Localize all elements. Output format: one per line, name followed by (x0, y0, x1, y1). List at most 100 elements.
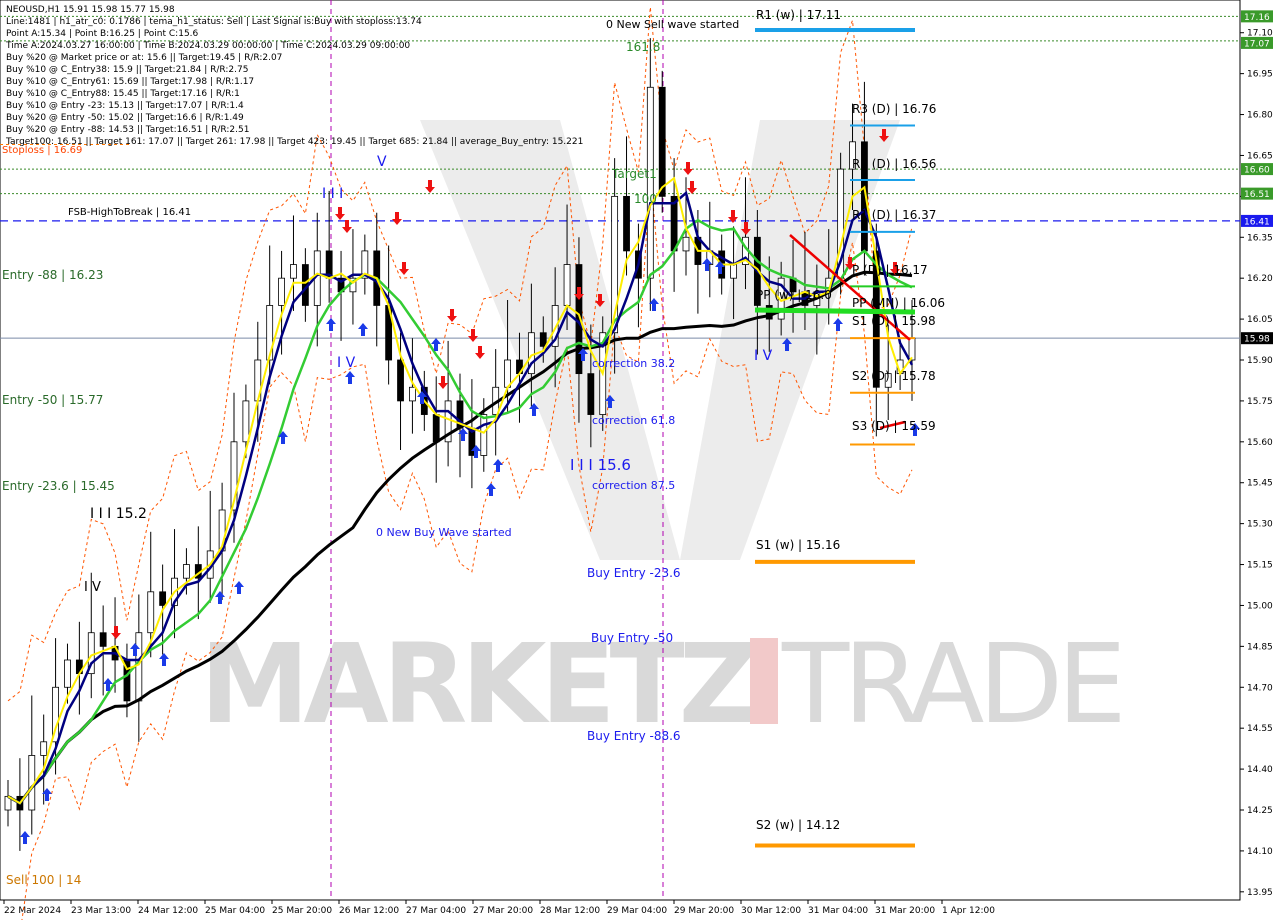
y-tick-label: 15.15 (1247, 561, 1273, 571)
header-line: Time A:2024.03.27 16:00:00 | Time B:2024… (5, 41, 410, 51)
y-tick-label: 15.90 (1247, 356, 1273, 366)
candle-body (183, 564, 190, 579)
candle-body (539, 332, 547, 347)
iii-15-6-label: I I I 15.6 (570, 456, 631, 474)
x-tick-label: 24 Mar 12:00 (138, 906, 198, 916)
ppw-label: PP (w) | 16.0 (756, 288, 832, 302)
y-tick-label: 13.95 (1247, 888, 1273, 898)
y-tick-label: 15.00 (1247, 601, 1273, 611)
y-tick-label: 15.60 (1247, 438, 1273, 448)
roman-iii-label: I I I (322, 186, 343, 202)
new-buy-label: 0 New Buy Wave started (376, 526, 512, 539)
y-tick-label: 14.70 (1247, 683, 1273, 693)
roman-iv-label: I V (337, 355, 356, 371)
chart-root: MARKETZ TRADE 17.1016.9516.8016.6516.501… (0, 0, 1280, 920)
header-line: Buy %10 @ C_Entry88: 15.45 || Target:17.… (6, 89, 240, 99)
r1w-label: R1 (w) | 17.11 (756, 8, 841, 22)
s3d-label: S3 (D) | 15.59 (852, 419, 936, 433)
candle-body (64, 659, 71, 688)
roman-v-label: V (377, 154, 387, 170)
x-tick-label: 27 Mar 20:00 (473, 906, 533, 916)
header-line: Buy %10 @ Entry -23: 15.13 || Target:17.… (6, 101, 244, 111)
header-line: Buy %20 @ Entry -88: 14.53 || Target:16.… (6, 125, 249, 135)
x-tick-label: 26 Mar 12:00 (339, 906, 399, 916)
entry50-label: Entry -50 | 15.77 (2, 393, 103, 407)
candle-body (99, 632, 107, 647)
x-tick-label: 31 Mar 20:00 (875, 906, 935, 916)
candle-body (587, 373, 595, 415)
header-line: Point A:15.34 | Point B:16.25 | Point C:… (6, 29, 199, 39)
buy-entry-50-label: Buy Entry -50 (591, 631, 673, 645)
header-line: Line:1481 | h1_atr_c0: 0.1786 | tema_h1_… (6, 17, 422, 27)
candle-body (504, 359, 511, 388)
s1w-label: S1 (w) | 15.16 (756, 538, 840, 552)
price-badge-label: 17.16 (1244, 13, 1270, 23)
fsb-label: FSB-HighToBreak | 16.41 (68, 207, 191, 218)
candle-body (563, 264, 571, 306)
y-tick-label: 14.55 (1247, 724, 1273, 734)
buy-entry-236-label: Buy Entry -23.6 (587, 566, 681, 580)
header-line: Buy %10 @ C_Entry38: 15.9 || Target:21.8… (6, 65, 248, 75)
header-line: Buy %20 @ Entry -50: 15.02 || Target:16.… (6, 113, 244, 123)
y-tick-label: 14.25 (1247, 806, 1273, 816)
entry88-label: Entry -88 | 16.23 (2, 268, 103, 282)
price-badge-label: 16.41 (1244, 217, 1270, 227)
price-axis: 17.1016.9516.8016.6516.5016.3516.2016.05… (1240, 29, 1273, 898)
header-line: Target100: 16.51 || Target 161: 17.07 ||… (5, 137, 583, 147)
y-tick-label: 16.05 (1247, 315, 1273, 325)
correction382-label: correction 38.2 (592, 357, 675, 370)
time-axis: 22 Mar 2024 23 Mar 13:00 24 Mar 12:00 25 Ma… (3, 900, 995, 916)
x-tick-label: 1 Apr 12:00 (942, 906, 995, 916)
s2d-label: S2 (D) | 15.78 (852, 369, 936, 383)
new-sell-label: 0 New Sell wave started (606, 18, 739, 31)
x-tick-label: 30 Mar 12:00 (741, 906, 801, 916)
y-tick-label: 15.75 (1247, 397, 1273, 407)
candle-body (147, 591, 155, 634)
candle-body (658, 86, 666, 197)
pp-label: PP (MN) | 16.06 (852, 296, 945, 310)
x-tick-label: 28 Mar 12:00 (540, 906, 600, 916)
r3d-label: R3 (D) | 16.76 (852, 102, 936, 116)
price-badge-label: 16.51 (1244, 190, 1270, 200)
s1d-label: S1 (D) | 15.98 (852, 314, 936, 328)
candle-body (409, 386, 416, 402)
candle-body (730, 264, 737, 279)
candle-body (278, 277, 285, 306)
candle-body (908, 337, 916, 361)
pp-mn-bar (754, 307, 916, 315)
candle-body (646, 86, 654, 279)
y-tick-label: 16.20 (1247, 274, 1273, 284)
sell100-label: Sell 100 | 14 (6, 873, 81, 887)
target1-label: Target1 (611, 167, 657, 181)
correction875-label: correction 87.5 (592, 479, 675, 492)
pd-label: P (D) | 16.17 (852, 263, 928, 277)
r1d-label: R1 (D) | 16.37 (852, 208, 936, 222)
y-tick-label: 14.10 (1247, 847, 1273, 857)
iv-label: I V (84, 580, 101, 595)
correction618-label: correction 61.8 (592, 414, 675, 427)
t100-label: 100 (634, 192, 657, 206)
x-tick-label: 25 Mar 04:00 (205, 906, 265, 916)
buy-entry-886-label: Buy Entry -88.6 (587, 729, 681, 743)
x-tick-label: 29 Mar 04:00 (607, 906, 667, 916)
candle-body (623, 195, 630, 252)
r2d-label: R2 (D) | 16.56 (852, 157, 936, 171)
candle-body (135, 632, 143, 702)
candle-body (40, 741, 48, 756)
candle-body (682, 236, 690, 252)
watermark-right: TRADE (781, 620, 1121, 748)
header-line: Buy %20 @ Market price or at: 15.6 || Ta… (6, 53, 282, 63)
x-tick-label: 27 Mar 04:00 (406, 906, 466, 916)
price-badge-label: 16.60 (1244, 166, 1270, 176)
price-badge-label: 15.98 (1244, 335, 1270, 345)
x-tick-label: 23 Mar 13:00 (71, 906, 131, 916)
candle-body (480, 414, 488, 456)
candle-body (432, 414, 440, 443)
x-tick-label: 31 Mar 04:00 (808, 906, 868, 916)
candle-body (159, 591, 167, 606)
price-chart: MARKETZ TRADE 17.1016.9516.8016.6516.501… (0, 0, 1273, 920)
y-tick-label: 15.30 (1247, 520, 1273, 530)
header-line: NEOUSD,H1 15.91 15.98 15.77 15.98 (6, 5, 175, 15)
y-tick-label: 14.40 (1247, 765, 1273, 775)
header-line: Buy %10 @ C_Entry61: 15.69 || Target:17.… (6, 77, 254, 87)
